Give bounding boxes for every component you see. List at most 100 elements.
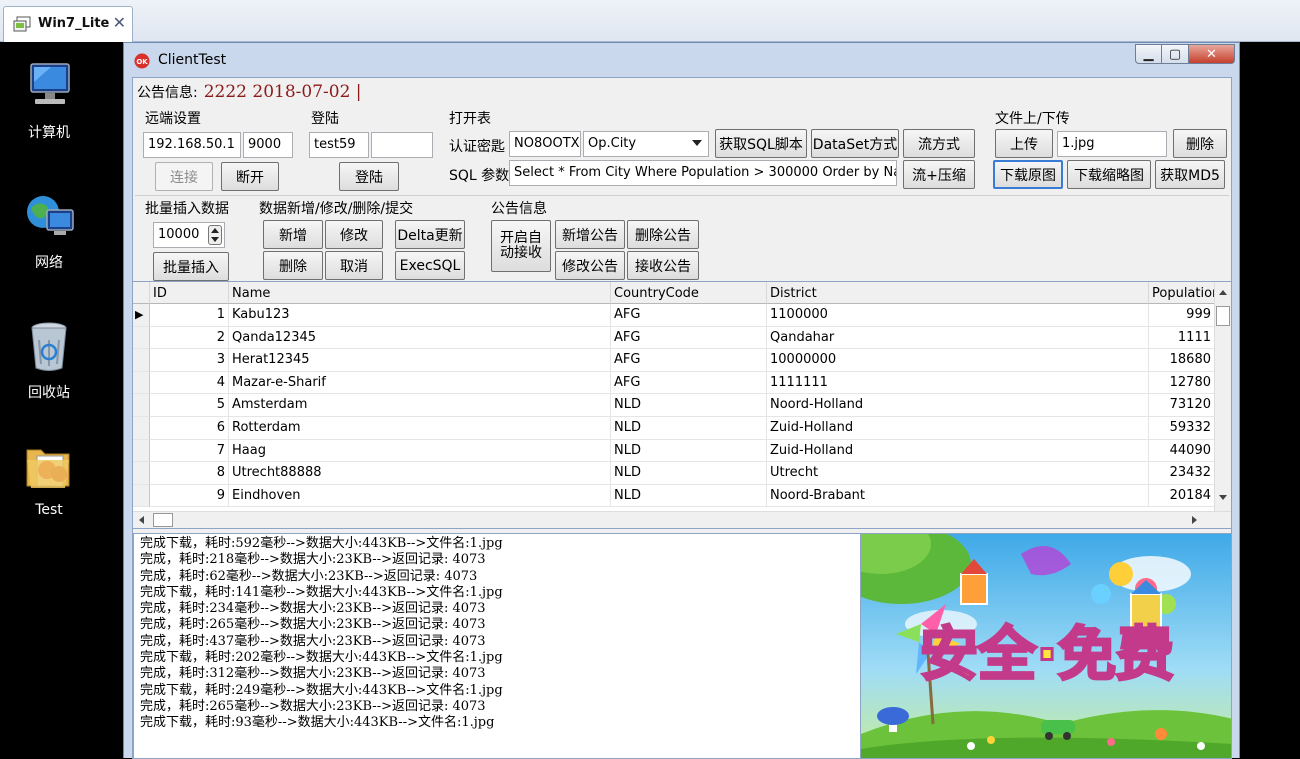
cell-id[interactable]: 3 [150,349,229,372]
table-row[interactable]: 8 Utrecht88888 NLD Utrecht 23432 [133,462,1215,485]
maximize-button[interactable]: ▢ [1162,44,1189,64]
window-titlebar[interactable]: OK ClientTest ▁ ▢ ✕ [124,43,1239,77]
cancel-button[interactable]: 取消 [325,251,383,280]
cell-population[interactable]: 999 [1149,304,1215,327]
row-indicator[interactable] [133,349,150,372]
cell-name[interactable]: Qanda12345 [229,326,611,350]
table-row[interactable]: 2 Qanda12345 AFG Qandahar 1111 [133,326,1215,350]
horizontal-scrollbar[interactable] [133,511,1231,528]
disconnect-button[interactable]: 断开 [221,162,279,191]
cell-name[interactable]: Mazar-e-Sharif [229,371,611,395]
cell-id[interactable]: 8 [150,462,229,485]
sql-input[interactable]: Select * From City Where Population > 30… [509,160,897,186]
cell-countrycode[interactable]: AFG [611,349,767,372]
minimize-button[interactable]: ▁ [1135,44,1162,64]
auth-key-input[interactable]: NO8OOTXH [509,131,581,157]
login-button[interactable]: 登陆 [339,162,399,191]
dataset-button[interactable]: DataSet方式 [811,129,899,158]
table-row[interactable]: 9 Eindhoven NLD Noord-Brabant 20184 [133,484,1215,508]
add-announcement-button[interactable]: 新增公告 [555,220,625,249]
cell-population[interactable]: 18680 [1149,349,1215,372]
cell-id[interactable]: 1 [150,304,229,327]
cell-name[interactable]: Haag [229,439,611,463]
delete-file-button[interactable]: 删除 [1173,129,1227,158]
close-icon[interactable]: ✕ [113,13,126,32]
cell-id[interactable]: 7 [150,439,229,463]
auto-receive-button[interactable]: 开启自动接收 [491,220,551,272]
cell-countrycode[interactable]: NLD [611,394,767,417]
modify-button[interactable]: 修改 [325,220,383,249]
cell-district[interactable]: 1111111 [767,371,1149,395]
cell-district[interactable]: 1100000 [767,304,1149,327]
arrow-right-icon[interactable] [1192,516,1197,524]
data-grid[interactable]: ID Name CountryCode District Population … [133,281,1231,529]
vertical-scrollbar[interactable] [1214,282,1231,512]
cell-population[interactable]: 23432 [1149,462,1215,485]
port-input[interactable]: 9000 [243,132,293,158]
ip-input[interactable]: 192.168.50.1 [143,132,241,158]
filename-input[interactable]: 1.jpg [1057,131,1167,157]
column-header-id[interactable]: ID [150,282,229,304]
cell-id[interactable]: 5 [150,394,229,417]
row-indicator[interactable]: ▶ [133,304,150,327]
cell-id[interactable]: 9 [150,484,229,508]
cell-id[interactable]: 4 [150,371,229,395]
download-original-button[interactable]: 下载原图 [993,160,1063,189]
close-button[interactable]: ✕ [1189,44,1235,64]
arrow-down-icon[interactable] [1219,495,1227,500]
batch-insert-button[interactable]: 批量插入 [153,252,229,281]
cell-district[interactable]: Qandahar [767,326,1149,350]
cell-id[interactable]: 6 [150,417,229,440]
cell-countrycode[interactable]: NLD [611,439,767,463]
cell-district[interactable]: Zuid-Holland [767,439,1149,463]
column-header-population[interactable]: Population [1149,282,1215,304]
row-indicator[interactable] [133,371,150,395]
cell-id[interactable]: 2 [150,326,229,350]
table-row[interactable]: 3 Herat12345 AFG 10000000 18680 [133,349,1215,372]
download-thumbnail-button[interactable]: 下载缩略图 [1067,160,1151,189]
cell-countrycode[interactable]: NLD [611,462,767,485]
delete-announcement-button[interactable]: 删除公告 [627,220,699,249]
cell-name[interactable]: Utrecht88888 [229,462,611,485]
get-md5-button[interactable]: 获取MD5 [1155,160,1225,189]
password-input[interactable] [371,132,433,158]
desktop-icon-network[interactable]: 网络 [8,188,90,272]
cell-population[interactable]: 1111 [1149,326,1215,350]
cell-name[interactable]: Herat12345 [229,349,611,372]
table-row[interactable]: 6 Rotterdam NLD Zuid-Holland 59332 [133,417,1215,440]
row-indicator[interactable] [133,484,150,508]
cell-countrycode[interactable]: AFG [611,304,767,327]
vm-tab[interactable]: Win7_Lite ✕ [3,6,133,42]
delta-update-button[interactable]: Delta更新 [395,220,465,249]
cell-district[interactable]: Utrecht [767,462,1149,485]
row-indicator[interactable] [133,394,150,417]
row-indicator[interactable] [133,417,150,440]
upload-button[interactable]: 上传 [995,129,1053,158]
arrow-left-icon[interactable] [139,516,144,524]
cell-countrycode[interactable]: NLD [611,484,767,508]
cell-population[interactable]: 20184 [1149,484,1215,508]
delete-button[interactable]: 删除 [263,251,323,280]
cell-name[interactable]: Rotterdam [229,417,611,440]
cell-district[interactable]: Zuid-Holland [767,417,1149,440]
table-select[interactable]: Op.City [583,131,709,157]
cell-countrycode[interactable]: AFG [611,371,767,395]
row-indicator[interactable] [133,326,150,350]
cell-district[interactable]: Noord-Brabant [767,484,1149,508]
column-header-countrycode[interactable]: CountryCode [611,282,767,304]
cell-population[interactable]: 73120 [1149,394,1215,417]
table-row[interactable]: 7 Haag NLD Zuid-Holland 44090 [133,439,1215,463]
row-indicator[interactable] [133,462,150,485]
batch-count-stepper[interactable]: 10000 [153,222,225,248]
scroll-thumb[interactable] [1216,306,1230,326]
stream-button[interactable]: 流方式 [903,129,975,158]
column-header-district[interactable]: District [767,282,1149,304]
row-indicator[interactable] [133,439,150,463]
table-row[interactable]: ▶ 1 Kabu123 AFG 1100000 999 [133,304,1215,327]
scroll-thumb[interactable] [153,513,173,527]
modify-announcement-button[interactable]: 修改公告 [555,251,625,280]
cell-population[interactable]: 12780 [1149,371,1215,395]
desktop-icon-test[interactable]: Test [8,438,90,518]
cell-population[interactable]: 59332 [1149,417,1215,440]
table-row[interactable]: 5 Amsterdam NLD Noord-Holland 73120 [133,394,1215,417]
